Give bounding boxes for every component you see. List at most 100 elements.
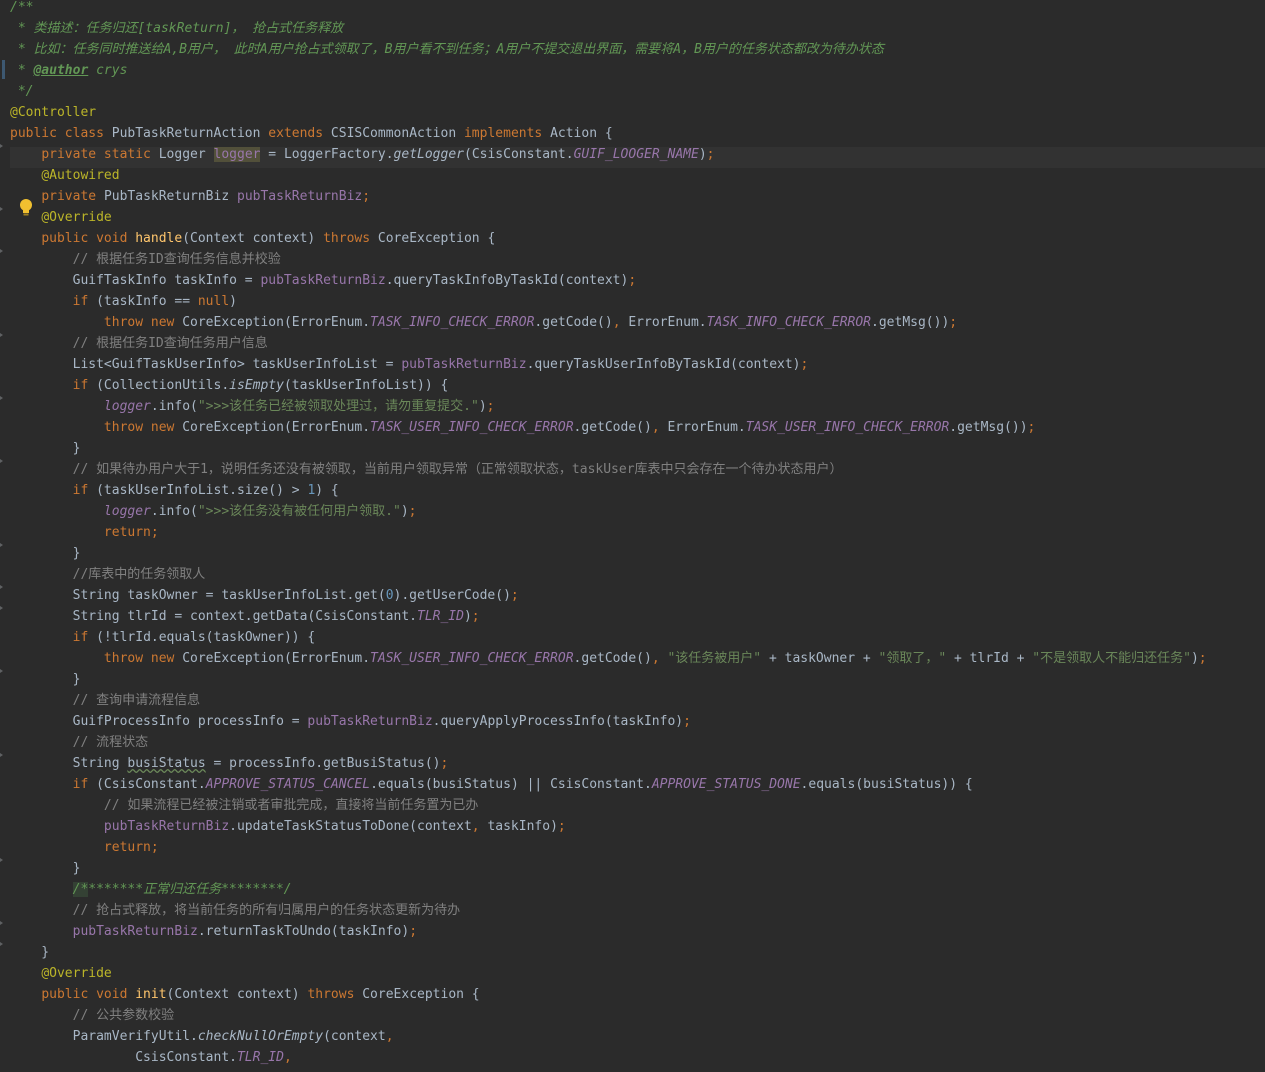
code-token: @Autowired [41, 168, 120, 183]
code-line[interactable]: if (CsisConstant.APPROVE_STATUS_CANCEL .e… [10, 777, 1265, 798]
code-line[interactable]: // 公共参数校验 [10, 1008, 1265, 1029]
code-token: .equals(busiStatus)) { [800, 777, 973, 792]
fold-marker-icon[interactable] [0, 606, 3, 610]
code-line[interactable]: pubTaskReturnBiz.returnTaskToUndo(taskIn… [0, 921, 1265, 945]
code-line[interactable]: String tlrId = context.getData(CsisConst… [0, 606, 1265, 630]
fold-marker-icon[interactable] [0, 333, 3, 337]
code-line[interactable]: } [0, 858, 1265, 882]
code-token: TASK_USER_INFO_CHECK_ERROR [370, 420, 574, 435]
fold-marker-icon[interactable] [0, 459, 3, 463]
code-line[interactable]: String busiStatus = processInfo.getBusiS… [0, 753, 1265, 777]
code-line[interactable]: return; [10, 840, 1265, 861]
code-line[interactable]: return; [10, 525, 1265, 546]
code-line[interactable]: @Override [10, 966, 1265, 987]
editor-gutter[interactable] [0, 0, 8, 1072]
code-token: (Context context) [182, 231, 324, 246]
code-line[interactable]: /** [10, 0, 1265, 21]
code-token: ; [1027, 420, 1036, 435]
code-line[interactable]: */ [10, 84, 1265, 105]
code-token: ; [471, 609, 480, 624]
code-token: PubTaskReturnBiz [103, 189, 237, 204]
code-token: String taskOwner = taskUserInfoList.get( [10, 588, 386, 603]
code-line[interactable]: logger.info(">>>该任务已经被领取处理过，请勿重复提交."); [0, 396, 1265, 420]
code-line[interactable]: @Override [0, 207, 1265, 231]
code-token: public void [41, 987, 136, 1002]
code-line[interactable]: private static Logger logger = LoggerFac… [0, 144, 1265, 168]
code-line[interactable]: /********正常归还任务********/ [10, 882, 1265, 903]
code-token: ; [557, 819, 566, 834]
code-line[interactable]: ParamVerifyUtil.checkNullOrEmpty(context… [10, 1029, 1265, 1050]
code-line[interactable]: CsisConstant.TLR_ID, [10, 1050, 1265, 1071]
code-token: ; [409, 924, 418, 939]
code-line[interactable]: // 如果流程已经被注销或者审批完成，直接将当前任务置为已办 [10, 798, 1265, 819]
code-line[interactable]: //库表中的任务领取人 [10, 567, 1265, 588]
code-token: ; [706, 147, 715, 162]
code-token: = LoggerFactory. [260, 147, 394, 162]
code-token: ">>>该任务没有被任何用户领取." [197, 504, 401, 519]
code-token: ErrorEnum. [628, 315, 707, 330]
code-line[interactable]: throw new CoreException(ErrorEnum.TASK_U… [10, 651, 1265, 672]
code-line[interactable]: * @author crys [2, 60, 1265, 84]
code-line[interactable]: if (!tlrId.equals(taskOwner)) { [10, 630, 1265, 651]
code-token: (CsisConstant. [96, 777, 206, 792]
code-line[interactable]: } [0, 543, 1265, 567]
code-line[interactable]: @Controller [10, 105, 1265, 126]
code-line[interactable]: logger.info(">>>该任务没有被任何用户领取."); [10, 504, 1265, 525]
fold-marker-icon[interactable] [0, 543, 3, 547]
code-line[interactable]: pubTaskReturnBiz.updateTaskStatusToDone(… [10, 819, 1265, 840]
code-line[interactable]: throw new CoreException(ErrorEnum.TASK_I… [10, 315, 1265, 336]
lightbulb-intention-icon[interactable] [17, 198, 35, 218]
fold-marker-icon[interactable] [0, 921, 3, 925]
fold-marker-icon[interactable] [0, 669, 3, 673]
code-line[interactable]: // 抢占式释放，将当前任务的所有归属用户的任务状态更新为待办 [10, 903, 1265, 924]
fold-marker-icon[interactable] [0, 942, 3, 946]
code-line[interactable]: if (taskUserInfoList.size() > 1) { [10, 483, 1265, 504]
code-line[interactable]: // 根据任务ID查询任务信息并校验 [0, 249, 1265, 273]
code-line[interactable]: // 如果待办用户大于1，说明任务还没有被领取，当前用户领取异常（正常领取状态，… [0, 459, 1265, 483]
code-line[interactable]: GuifProcessInfo processInfo = pubTaskRet… [10, 714, 1265, 735]
code-line[interactable]: } [0, 942, 1265, 966]
code-token: ; [510, 588, 519, 603]
code-line[interactable]: // 查询申请流程信息 [10, 693, 1265, 714]
code-line[interactable]: String taskOwner = taskUserInfoList.get(… [0, 585, 1265, 609]
code-line[interactable]: public class PubTaskReturnAction extends… [10, 126, 1265, 147]
code-line[interactable]: public void handle(Context context) thro… [10, 231, 1265, 252]
code-line[interactable]: GuifTaskInfo taskInfo = pubTaskReturnBiz… [10, 273, 1265, 294]
code-line[interactable]: } [0, 669, 1265, 693]
code-token: @Override [41, 210, 112, 225]
code-token: pubTaskReturnBiz [401, 357, 527, 372]
code-line[interactable]: if (CollectionUtils.isEmpty(taskUserInfo… [10, 378, 1265, 399]
code-line[interactable]: * 比如：任务同时推送给A,B用户， 此时A用户抢占式领取了，B用户看不到任务；… [10, 42, 1265, 63]
code-token: , [385, 1029, 394, 1044]
fold-marker-icon[interactable] [0, 249, 3, 253]
fold-marker-icon[interactable] [0, 144, 3, 148]
fold-marker-icon[interactable] [0, 753, 3, 757]
code-area[interactable]: /** * 类描述：任务归还[taskReturn]， 抢占式任务释放 * 比如… [0, 0, 1265, 1071]
code-token: (taskInfo == [96, 294, 198, 309]
code-line[interactable]: // 根据任务ID查询任务用户信息 [0, 333, 1265, 357]
code-token: APPROVE_STATUS_CANCEL [205, 777, 371, 792]
code-editor[interactable]: /** * 类描述：任务归还[taskReturn]， 抢占式任务释放 * 比如… [0, 0, 1265, 1072]
code-line[interactable]: private PubTaskReturnBiz pubTaskReturnBi… [10, 189, 1265, 210]
fold-marker-icon[interactable] [0, 207, 3, 211]
code-line[interactable]: } [10, 441, 1265, 462]
code-line[interactable]: public void init(Context context) throws… [10, 987, 1265, 1008]
code-token: = processInfo.getBusiStatus() [205, 756, 441, 771]
code-line[interactable]: // 流程状态 [10, 735, 1265, 756]
fold-marker-icon[interactable] [0, 585, 3, 589]
code-line[interactable]: List<GuifTaskUserInfo> taskUserInfoList … [10, 357, 1265, 378]
code-token: ) [698, 147, 707, 162]
code-token: if [72, 777, 97, 792]
code-line[interactable]: * 类描述：任务归还[taskReturn]， 抢占式任务释放 [10, 21, 1265, 42]
code-token: } [10, 861, 81, 876]
code-line[interactable]: @Autowired [10, 168, 1265, 189]
code-token: ) [229, 294, 237, 309]
code-line[interactable]: if (taskInfo == null) [10, 294, 1265, 315]
fold-marker-icon[interactable] [0, 858, 3, 862]
fold-marker-icon[interactable] [0, 396, 3, 400]
code-line[interactable]: throw new CoreException(ErrorEnum.TASK_U… [10, 420, 1265, 441]
